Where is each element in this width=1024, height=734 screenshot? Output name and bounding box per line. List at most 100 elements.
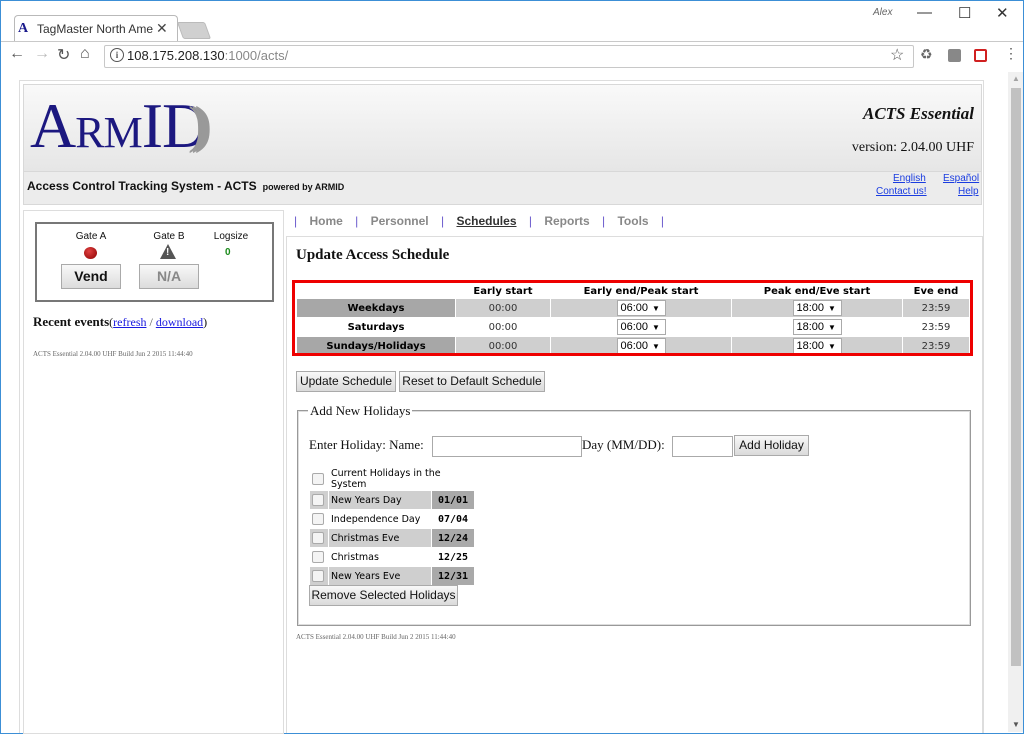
menu-icon[interactable]: ⋮ [1004, 45, 1018, 62]
product-name: ACTS Essential [862, 104, 974, 123]
nav-schedules[interactable]: Schedules [456, 214, 516, 228]
scrollbar-thumb[interactable] [1011, 88, 1021, 666]
holiday-name: New Years Day [328, 490, 432, 510]
help-link[interactable]: Help [958, 186, 979, 197]
nav-separator: | [441, 214, 445, 228]
close-window-icon[interactable]: ✕ [996, 4, 1009, 22]
nav-reports[interactable]: Reports [544, 214, 589, 228]
holiday-date: 12/31 [431, 566, 475, 586]
select-all-checkbox[interactable] [312, 473, 324, 485]
paren: ) [203, 315, 208, 329]
tab-title: TagMaster North America [37, 22, 153, 36]
new-tab-button[interactable] [176, 22, 212, 39]
favicon-icon: A [18, 21, 29, 36]
recycle-extension-icon[interactable]: ♻ [920, 46, 933, 63]
holiday-day-input[interactable] [672, 436, 733, 457]
holiday-date: 01/01 [431, 490, 475, 510]
url-text[interactable]: 108.175.208.130:1000/acts/ [127, 48, 288, 63]
holiday-name-label: Enter Holiday: Name: [309, 437, 424, 452]
signal-waves-icon: ))) [188, 97, 212, 154]
reload-icon[interactable]: ↻ [57, 45, 70, 65]
fieldset-legend: Add New Holidays [308, 403, 413, 419]
holiday-date: 12/24 [431, 528, 475, 548]
holiday-name: Christmas [328, 547, 432, 567]
gate-b-button[interactable]: N/A [139, 264, 199, 289]
nav-separator: | [660, 214, 665, 228]
update-schedule-button[interactable]: Update Schedule [296, 371, 396, 392]
list-item: Christmas 12/25 [309, 547, 475, 567]
gate-a-label: Gate A [75, 231, 107, 242]
contact-link[interactable]: Contact us! [876, 186, 927, 197]
add-holiday-button[interactable]: Add Holiday [734, 435, 809, 456]
logo-part: A [30, 90, 76, 161]
holiday-checkbox[interactable] [312, 551, 324, 563]
holidays-header-row: Current Holidays in the System [309, 467, 475, 491]
holiday-checkbox[interactable] [312, 570, 324, 582]
holiday-name: Christmas Eve [328, 528, 432, 548]
holiday-name: Independence Day [328, 509, 432, 529]
nav-personnel[interactable]: Personnel [371, 214, 429, 228]
english-link[interactable]: English [893, 173, 926, 184]
holiday-day-label: Day (MM/DD): [582, 437, 665, 452]
page-title: Update Access Schedule [296, 247, 450, 263]
system-title-text: Access Control Tracking System - ACTS [27, 179, 257, 193]
vend-button[interactable]: Vend [61, 264, 121, 289]
recent-events-title: Recent events [33, 314, 110, 329]
profile-name[interactable]: Alex [873, 7, 892, 18]
build-info: ACTS Essential 2.04.00 UHF Build Jun 2 2… [33, 350, 193, 358]
main-nav: | Home | Personnel | Schedules | Reports… [294, 214, 673, 228]
minimize-icon[interactable]: — [917, 4, 932, 21]
scroll-down-icon[interactable]: ▼ [1012, 720, 1020, 729]
armid-logo: ARMID [30, 94, 208, 158]
holiday-name-input[interactable] [432, 436, 582, 457]
bookmark-star-icon[interactable]: ☆ [890, 45, 904, 65]
url-path: :1000/acts/ [224, 48, 289, 63]
forward-icon[interactable]: → [34, 45, 50, 63]
extension-icon[interactable] [948, 49, 961, 62]
holiday-date: 12/25 [431, 547, 475, 567]
gate-b-label: Gate B [153, 231, 185, 242]
info-icon[interactable]: i [110, 48, 124, 62]
holidays-header: Current Holidays in the System [328, 467, 475, 491]
logsize-label: Logsize [213, 231, 249, 242]
espanol-link[interactable]: Español [943, 173, 979, 184]
logsize-value: 0 [225, 247, 231, 258]
list-item: New Years Eve 12/31 [309, 566, 475, 586]
scroll-up-icon[interactable]: ▲ [1012, 74, 1020, 83]
nav-separator: | [528, 214, 532, 228]
download-link[interactable]: download [156, 315, 203, 329]
holiday-date: 07/04 [431, 509, 475, 529]
refresh-link[interactable]: refresh [113, 315, 146, 329]
tab-close-icon[interactable]: ✕ [156, 20, 168, 37]
gate-a-status-icon [84, 247, 97, 259]
nav-home[interactable]: Home [309, 214, 342, 228]
maximize-icon[interactable]: ☐ [958, 4, 971, 22]
logo-part: RM [75, 108, 142, 157]
home-icon[interactable]: ⌂ [80, 45, 90, 63]
version-text: version: 2.04.00 UHF [851, 140, 974, 155]
nav-tools[interactable]: Tools [617, 214, 648, 228]
warning-icon: ! [160, 244, 176, 259]
build-info-footer: ACTS Essential 2.04.00 UHF Build Jun 2 2… [296, 633, 456, 641]
remove-holidays-button[interactable]: Remove Selected Holidays [309, 585, 458, 606]
recent-events-heading: Recent events(refresh / download) [33, 314, 207, 330]
highlight-box [292, 280, 973, 356]
holidays-table: Current Holidays in the System New Years… [309, 467, 475, 586]
powered-by: powered by ARMID [262, 182, 345, 192]
list-item: Christmas Eve 12/24 [309, 528, 475, 548]
url-host: 108.175.208.130 [127, 48, 225, 63]
back-icon[interactable]: ← [9, 45, 25, 63]
list-item: New Years Day 01/01 [309, 490, 475, 510]
nav-separator: | [602, 214, 606, 228]
list-item: Independence Day 07/04 [309, 509, 475, 529]
nav-separator: | [294, 214, 298, 228]
holiday-name: New Years Eve [328, 566, 432, 586]
nav-separator: | [355, 214, 359, 228]
link-separator: / [146, 315, 156, 329]
media-extension-icon[interactable] [974, 49, 987, 62]
holiday-checkbox[interactable] [312, 532, 324, 544]
system-title: Access Control Tracking System - ACTS pow… [27, 179, 344, 193]
reset-schedule-button[interactable]: Reset to Default Schedule [399, 371, 545, 392]
holiday-checkbox[interactable] [312, 494, 324, 506]
holiday-checkbox[interactable] [312, 513, 324, 525]
